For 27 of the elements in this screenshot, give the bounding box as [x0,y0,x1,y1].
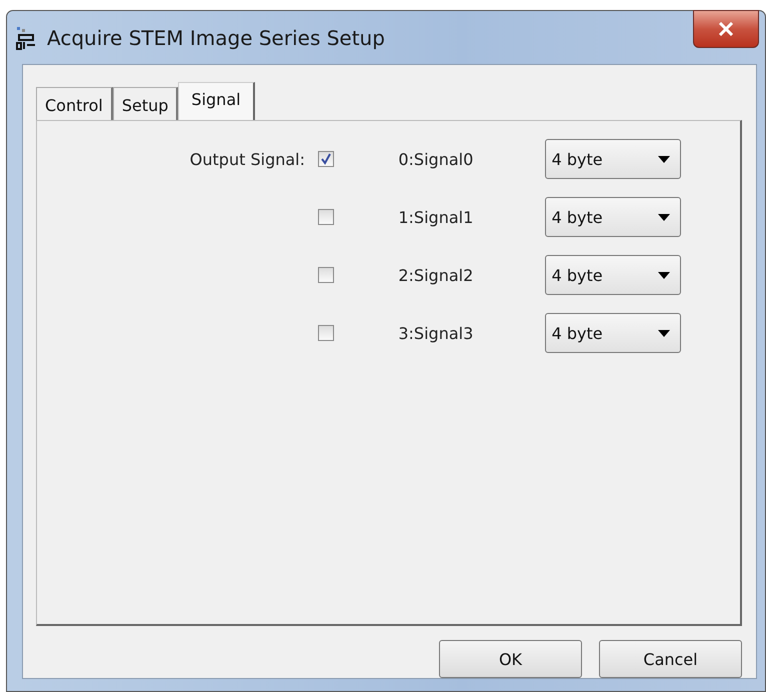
checkbox[interactable] [318,209,334,225]
dialog-button[interactable]: Cancel [599,640,742,678]
checkbox[interactable] [318,325,334,341]
caret-icon [658,272,670,278]
tab[interactable]: Signal [178,82,255,120]
checkbox-label: 1:Signal1 [398,208,474,226]
close-icon [718,22,734,36]
caret-icon [658,330,670,336]
app-icon [15,24,37,50]
caret-icon [658,156,670,162]
format-dropdown[interactable]: 4 byte [544,313,681,353]
check-icon [320,153,332,165]
dialog-button[interactable]: OK [439,640,582,678]
checkbox-label: 2:Signal2 [398,266,474,284]
checkbox-label: 3:Signal3 [398,324,474,342]
checkbox[interactable] [318,267,334,283]
format-dropdown[interactable]: 4 byte [544,139,681,179]
format-dropdown[interactable]: 4 byte [544,197,681,237]
tab[interactable]: Control [36,87,113,120]
format-dropdown[interactable]: 4 byte [544,255,681,295]
caret-icon [658,214,670,220]
tab[interactable]: Setup [112,87,178,120]
checkbox-label: 0:Signal0 [398,150,474,168]
field-label: Output Signal: [188,150,306,168]
checkbox[interactable] [318,151,334,167]
close-button[interactable] [693,10,759,48]
window-title: Acquire STEM Image Series Setup [47,26,385,50]
